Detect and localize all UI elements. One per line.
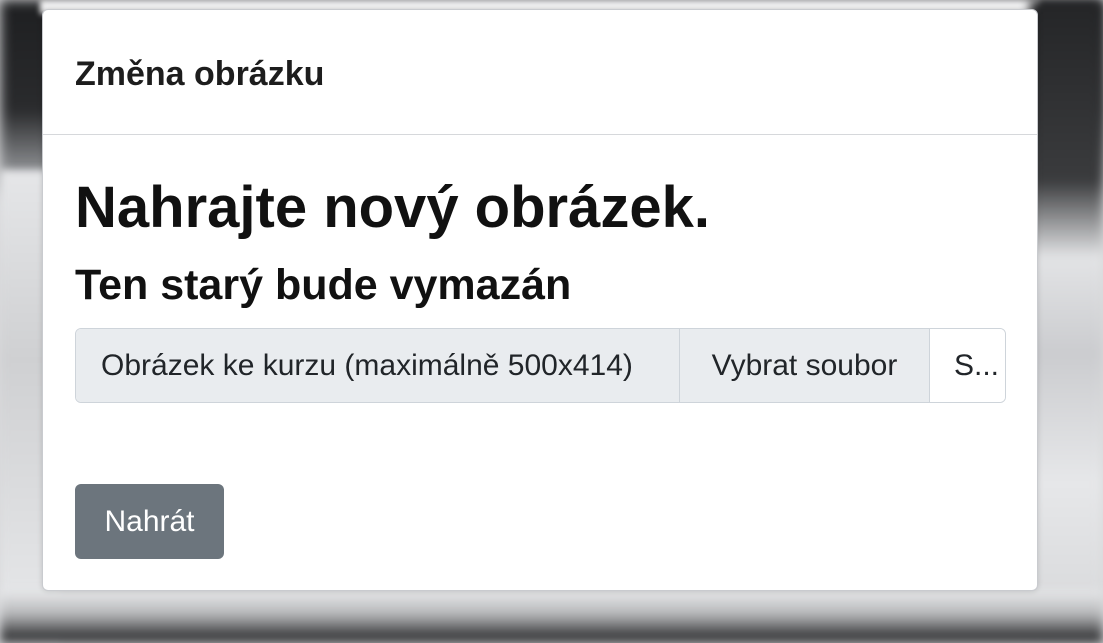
backdrop-bottom bbox=[0, 590, 1103, 643]
upload-heading: Nahrajte nový obrázek. bbox=[75, 175, 710, 240]
choose-file-button[interactable]: Vybrat soubor bbox=[680, 329, 930, 402]
change-image-modal: Změna obrázku Nahrajte nový obrázek. Ten… bbox=[42, 9, 1038, 591]
file-input-group[interactable]: Obrázek ke kurzu (maximálně 500x414) Vyb… bbox=[75, 328, 1006, 403]
upload-button[interactable]: Nahrát bbox=[75, 484, 224, 559]
modal-header: Změna obrázku bbox=[43, 10, 1037, 135]
selected-file-name[interactable]: S... bbox=[930, 329, 1005, 402]
upload-subheading: Ten starý bude vymazán bbox=[75, 261, 572, 309]
backdrop-right bbox=[1030, 0, 1103, 643]
file-input-label: Obrázek ke kurzu (maximálně 500x414) bbox=[76, 329, 680, 402]
modal-title: Změna obrázku bbox=[75, 55, 325, 93]
